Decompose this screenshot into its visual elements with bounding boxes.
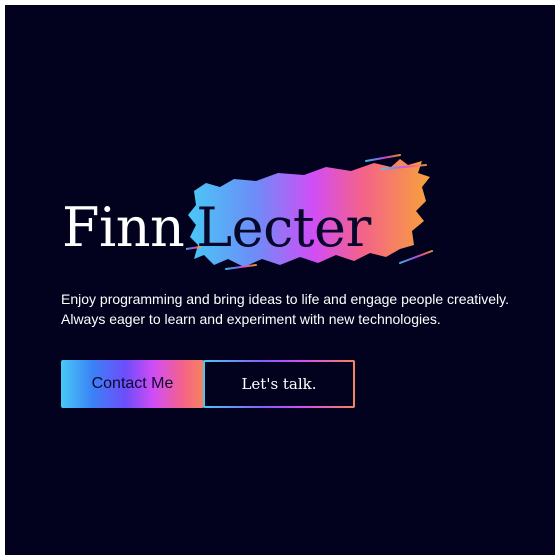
contact-me-button[interactable]: Contact Me: [61, 360, 204, 408]
hero-title: Finn Lecter: [62, 154, 434, 273]
hero-section: Finn Lecter Enjoy programming and bring …: [5, 5, 555, 555]
hero-tagline: Enjoy programming and bring ideas to lif…: [61, 289, 546, 329]
last-name-highlight: Lecter: [186, 154, 434, 273]
tagline-line-1: Enjoy programming and bring ideas to lif…: [61, 291, 510, 307]
tagline-line-2: Always eager to learn and experiment wit…: [61, 311, 441, 327]
first-name: Finn: [62, 196, 185, 259]
last-name: Lecter: [196, 196, 371, 259]
lets-talk-button[interactable]: Let's talk.: [203, 360, 355, 408]
